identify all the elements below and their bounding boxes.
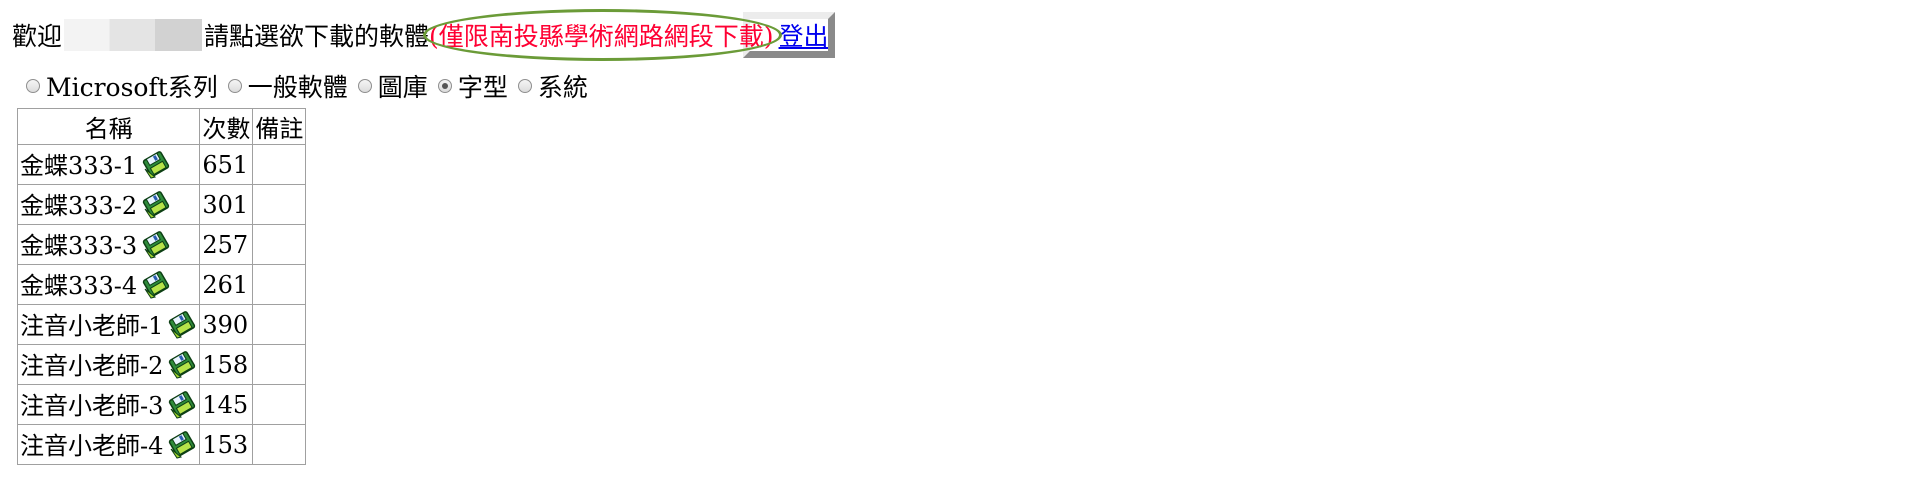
table-header-row: 名稱 次數 備註	[16, 108, 307, 145]
software-name: 金蝶333-4	[20, 272, 138, 301]
software-name: 金蝶333-2	[20, 192, 138, 221]
note-cell	[252, 184, 307, 225]
software-name-cell: 注音小老師-1	[16, 304, 201, 345]
download-disk-icon[interactable]	[167, 429, 197, 459]
radio-button[interactable]	[227, 79, 242, 93]
download-disk-icon[interactable]	[141, 229, 171, 259]
software-name: 注音小老師-1	[20, 312, 164, 341]
software-name-cell: 金蝶333-3	[16, 224, 201, 265]
radio-button[interactable]	[517, 79, 532, 93]
category-label: 字型	[457, 73, 508, 102]
software-name-cell: 金蝶333-1	[16, 144, 201, 185]
category-option-system[interactable]: 系統	[517, 68, 588, 104]
note-cell	[252, 304, 307, 345]
software-table: 名稱 次數 備註 金蝶333-1 651 金蝶333-2 301 金蝶333-3…	[16, 108, 307, 465]
category-option-microsoft[interactable]: Microsoft系列	[26, 68, 218, 104]
table-row: 金蝶333-2 301	[16, 184, 307, 225]
download-disk-icon[interactable]	[141, 189, 171, 219]
table-row: 注音小老師-4 153	[16, 424, 307, 465]
note-cell	[252, 264, 307, 305]
software-name: 金蝶333-1	[20, 152, 138, 181]
download-count: 145	[199, 384, 254, 425]
software-name-cell: 金蝶333-2	[16, 184, 201, 225]
software-name-cell: 注音小老師-2	[16, 344, 201, 385]
download-disk-icon[interactable]	[167, 309, 197, 339]
download-disk-icon[interactable]	[167, 349, 197, 379]
software-name: 注音小老師-2	[20, 352, 164, 381]
software-name: 金蝶333-3	[20, 232, 138, 261]
table-row: 注音小老師-1 390	[16, 304, 307, 345]
category-label: Microsoft系列	[46, 73, 218, 102]
table-row: 注音小老師-2 158	[16, 344, 307, 385]
table-row: 注音小老師-3 145	[16, 384, 307, 425]
notice-text: (僅限南投縣學術網路網段下載)	[429, 22, 774, 51]
category-option-general[interactable]: 一般軟體	[227, 68, 348, 104]
username-redacted	[64, 19, 203, 51]
download-count: 261	[199, 264, 254, 305]
software-name: 注音小老師-3	[20, 392, 164, 421]
column-header-count: 次數	[199, 108, 254, 145]
radio-button-selected[interactable]	[437, 79, 452, 93]
software-name-cell: 金蝶333-4	[16, 264, 201, 305]
logout-link[interactable]: 登出	[779, 17, 829, 53]
download-count: 651	[199, 144, 254, 185]
welcome-instruction: 請點選欲下載的軟體	[204, 22, 430, 51]
download-disk-icon[interactable]	[167, 389, 197, 419]
download-disk-icon[interactable]	[141, 269, 171, 299]
column-header-name: 名稱	[16, 108, 201, 145]
column-header-note: 備註	[252, 108, 307, 145]
welcome-bar: 歡迎 請點選欲下載的軟體 (僅限南投縣學術網路網段下載) 登出	[12, 9, 835, 61]
download-count: 390	[199, 304, 254, 345]
download-count: 158	[199, 344, 254, 385]
table-row: 金蝶333-3 257	[16, 224, 307, 265]
note-cell	[252, 384, 307, 425]
table-body: 金蝶333-1 651 金蝶333-2 301 金蝶333-3 257 金蝶33…	[16, 144, 307, 465]
welcome-prefix: 歡迎	[12, 22, 63, 51]
category-label: 圖庫	[377, 73, 428, 102]
radio-button[interactable]	[357, 79, 372, 93]
download-count: 301	[199, 184, 254, 225]
note-cell	[252, 224, 307, 265]
download-count: 153	[199, 424, 254, 465]
category-selector: Microsoft系列 一般軟體 圖庫 字型 系統	[26, 68, 598, 104]
download-restriction-notice: (僅限南投縣學術網路網段下載)	[423, 9, 782, 61]
note-cell	[252, 424, 307, 465]
download-disk-icon[interactable]	[141, 149, 171, 179]
category-option-gallery[interactable]: 圖庫	[357, 68, 428, 104]
note-cell	[252, 144, 307, 185]
software-name-cell: 注音小老師-4	[16, 424, 201, 465]
note-cell	[252, 344, 307, 385]
table-row: 金蝶333-4 261	[16, 264, 307, 305]
software-name: 注音小老師-4	[20, 432, 164, 461]
radio-button[interactable]	[26, 79, 40, 93]
software-name-cell: 注音小老師-3	[16, 384, 201, 425]
category-option-fonts[interactable]: 字型	[437, 68, 508, 104]
category-label: 系統	[537, 73, 588, 102]
download-count: 257	[199, 224, 254, 265]
category-label: 一般軟體	[247, 73, 348, 102]
table-row: 金蝶333-1 651	[16, 144, 307, 185]
